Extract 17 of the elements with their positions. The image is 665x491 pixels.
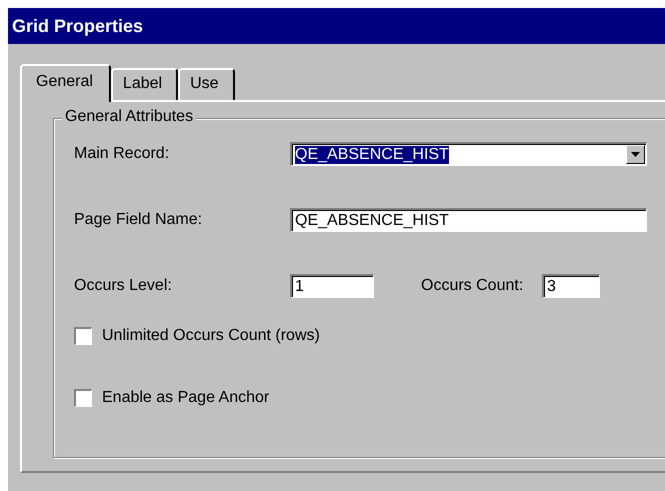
checkbox-label: Enable as Page Anchor	[102, 389, 270, 407]
checkbox[interactable]	[74, 327, 92, 345]
tab[interactable]: Use	[178, 68, 235, 100]
input-field[interactable]: 3	[542, 274, 600, 298]
field-label: Main Record:	[74, 145, 170, 163]
field-label: Occurs Count:	[421, 277, 524, 295]
tab[interactable]: General	[20, 64, 111, 102]
field-label: Page Field Name:	[74, 211, 204, 229]
tab[interactable]: Label	[110, 68, 178, 100]
checkbox-label: Unlimited Occurs Count (rows)	[102, 327, 320, 345]
input-field[interactable]: 1	[290, 274, 374, 298]
checkbox[interactable]	[74, 389, 92, 407]
input-field[interactable]: QE_ABSENCE_HIST	[290, 208, 647, 232]
field-label: Occurs Level:	[74, 277, 173, 295]
window-title: Grid Properties	[8, 8, 665, 44]
dropdown[interactable]: QE_ABSENCE_HIST	[290, 142, 647, 166]
dropdown-value: QE_ABSENCE_HIST	[295, 146, 449, 164]
